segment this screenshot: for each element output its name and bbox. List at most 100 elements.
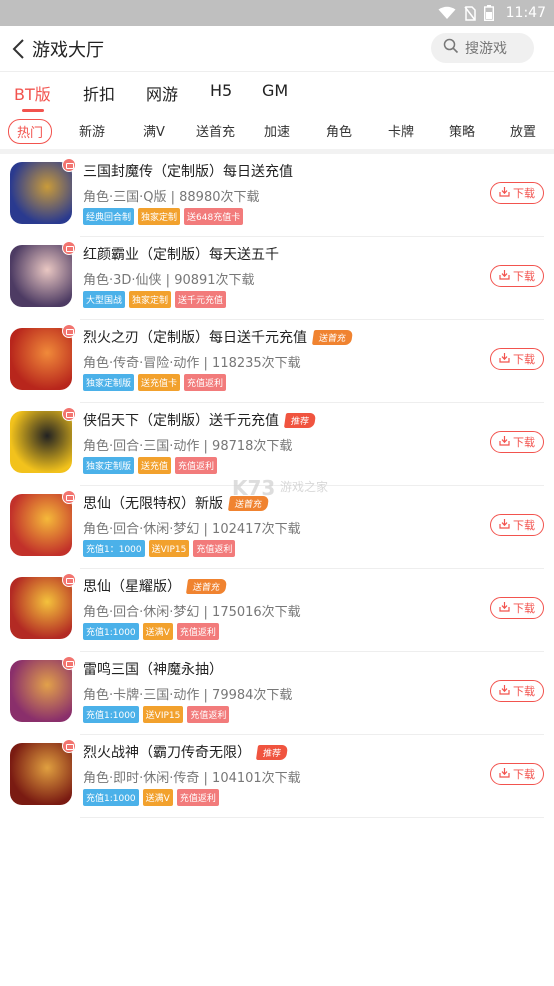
game-tag: 充值返利 bbox=[175, 457, 218, 474]
category-speedup[interactable]: 加速 bbox=[264, 121, 290, 140]
row-divider bbox=[80, 817, 544, 818]
game-icon[interactable] bbox=[10, 743, 72, 805]
download-label: 下载 bbox=[513, 270, 535, 283]
category-tabs: 热门 新游 满V 送首充 加速 角色 卡牌 策略 放置 bbox=[0, 116, 554, 146]
game-icon[interactable] bbox=[10, 660, 72, 722]
game-icon[interactable] bbox=[10, 577, 72, 639]
download-button[interactable]: 下载 bbox=[490, 514, 544, 536]
category-strategy[interactable]: 策略 bbox=[449, 121, 475, 140]
game-meta: 角色·回合·休闲·梦幻 | 175016次下载 bbox=[83, 605, 301, 620]
download-label: 下载 bbox=[513, 768, 535, 781]
gift-badge-icon bbox=[62, 656, 76, 670]
game-icon[interactable] bbox=[10, 162, 72, 224]
tab-online[interactable]: 网游 bbox=[146, 81, 178, 105]
game-row[interactable]: 思仙（无限特权）新版 送首充 角色·回合·休闲·梦幻 | 102417次下载 充… bbox=[0, 486, 554, 569]
download-label: 下载 bbox=[513, 685, 535, 698]
game-meta: 角色·卡牌·三国·动作 | 79984次下载 bbox=[83, 688, 293, 703]
game-name: 思仙（无限特权）新版 bbox=[83, 496, 223, 512]
download-button[interactable]: 下载 bbox=[490, 182, 544, 204]
game-tags: 充值1:1000 送满V 充值返利 bbox=[83, 623, 219, 640]
game-tag: 送充值卡 bbox=[138, 374, 181, 391]
game-row[interactable]: 三国封魔传（定制版）每日送充值 角色·三国·Q版 | 88980次下载 经典回合… bbox=[0, 154, 554, 237]
game-row[interactable]: 烈火战神（霸刀传奇无限） 推荐 角色·即时·休闲·传奇 | 104101次下载 … bbox=[0, 735, 554, 818]
download-icon bbox=[499, 684, 510, 698]
watermark-logo: K73 bbox=[232, 476, 276, 500]
game-tags: 独家定制版 送充值卡 充值返利 bbox=[83, 374, 227, 391]
download-icon bbox=[499, 352, 510, 366]
game-title[interactable]: 红颜霸业（定制版）每天送五千 bbox=[83, 244, 279, 264]
wifi-icon bbox=[438, 6, 456, 20]
game-tags: 充值1：1000 送VIP15 充值返利 bbox=[83, 540, 236, 557]
game-tag: 充值返利 bbox=[187, 706, 230, 723]
download-label: 下载 bbox=[513, 519, 535, 532]
game-tag: 充值返利 bbox=[184, 374, 227, 391]
game-title[interactable]: 三国封魔传（定制版）每日送充值 bbox=[83, 161, 293, 181]
status-bar: 11:47 bbox=[0, 0, 554, 26]
game-icon[interactable] bbox=[10, 494, 72, 556]
game-icon[interactable] bbox=[10, 245, 72, 307]
gift-badge-icon bbox=[62, 573, 76, 587]
game-row[interactable]: 红颜霸业（定制版）每天送五千 角色·3D·仙侠 | 90891次下载 大型国战独… bbox=[0, 237, 554, 320]
game-name: 侠侣天下（定制版）送千元充值 bbox=[83, 413, 279, 429]
game-tag: 充值返利 bbox=[193, 540, 236, 557]
game-meta: 角色·三国·Q版 | 88980次下载 bbox=[83, 190, 260, 205]
game-title[interactable]: 雷鸣三国（神魔永抽） bbox=[83, 659, 223, 679]
back-arrow-icon[interactable] bbox=[10, 37, 30, 61]
tab-h5[interactable]: H5 bbox=[210, 81, 232, 100]
game-icon[interactable] bbox=[10, 411, 72, 473]
download-label: 下载 bbox=[513, 187, 535, 200]
game-flag-badge: 推荐 bbox=[283, 412, 317, 428]
category-card[interactable]: 卡牌 bbox=[388, 121, 414, 140]
game-name: 红颜霸业（定制版）每天送五千 bbox=[83, 247, 279, 263]
category-new[interactable]: 新游 bbox=[79, 121, 105, 140]
category-hot[interactable]: 热门 bbox=[8, 119, 53, 144]
download-button[interactable]: 下载 bbox=[490, 431, 544, 453]
search-icon bbox=[443, 38, 459, 58]
game-meta: 角色·回合·休闲·梦幻 | 102417次下载 bbox=[83, 522, 301, 537]
game-icon[interactable] bbox=[10, 328, 72, 390]
gift-badge-icon bbox=[62, 324, 76, 338]
no-sim-icon bbox=[464, 5, 476, 21]
game-tag: 充值1：1000 bbox=[83, 540, 145, 557]
tab-gm[interactable]: GM bbox=[262, 81, 288, 100]
game-row[interactable]: 烈火之刃（定制版）每日送千元充值 送首充 角色·传奇·冒险·动作 | 11823… bbox=[0, 320, 554, 403]
game-title[interactable]: 烈火之刃（定制版）每日送千元充值 送首充 bbox=[83, 327, 354, 347]
game-row[interactable]: 思仙（星耀版） 送首充 角色·回合·休闲·梦幻 | 175016次下载 充值1:… bbox=[0, 569, 554, 652]
game-tag: 经典回合制 bbox=[83, 208, 135, 225]
game-tag: 独家定制版 bbox=[83, 374, 135, 391]
game-title[interactable]: 侠侣天下（定制版）送千元充值 推荐 bbox=[83, 410, 317, 430]
game-tag: 送千元充值 bbox=[175, 291, 227, 308]
category-first-recharge[interactable]: 送首充 bbox=[196, 121, 235, 140]
download-icon bbox=[499, 186, 510, 200]
game-tag: 大型国战 bbox=[83, 291, 126, 308]
game-meta: 角色·即时·休闲·传奇 | 104101次下载 bbox=[83, 771, 301, 786]
game-tag: 送VIP15 bbox=[142, 706, 184, 723]
category-max-vip[interactable]: 满V bbox=[143, 121, 165, 140]
game-flag-badge: 推荐 bbox=[255, 744, 289, 760]
download-button[interactable]: 下载 bbox=[490, 265, 544, 287]
status-time: 11:47 bbox=[505, 5, 546, 21]
game-tag: 充值1:1000 bbox=[83, 789, 139, 806]
search-input[interactable]: 搜游戏 bbox=[431, 33, 534, 63]
download-button[interactable]: 下载 bbox=[490, 597, 544, 619]
game-tag: 送充值 bbox=[138, 457, 172, 474]
game-title[interactable]: 烈火战神（霸刀传奇无限） 推荐 bbox=[83, 742, 289, 762]
game-tags: 大型国战 独家定制 送千元充值 bbox=[83, 291, 227, 308]
category-idle[interactable]: 放置 bbox=[510, 121, 536, 140]
game-name: 烈火之刃（定制版）每日送千元充值 bbox=[83, 330, 307, 346]
tab-bt[interactable]: BT版 bbox=[14, 81, 51, 105]
game-row[interactable]: 侠侣天下（定制版）送千元充值 推荐 角色·回合·三国·动作 | 98718次下载… bbox=[0, 403, 554, 486]
download-button[interactable]: 下载 bbox=[490, 763, 544, 785]
game-tag: 充值1:1000 bbox=[83, 706, 139, 723]
category-role[interactable]: 角色 bbox=[326, 121, 352, 140]
download-label: 下载 bbox=[513, 602, 535, 615]
tab-discount[interactable]: 折扣 bbox=[83, 81, 115, 105]
game-row[interactable]: 雷鸣三国（神魔永抽） 角色·卡牌·三国·动作 | 79984次下载 充值1:10… bbox=[0, 652, 554, 735]
download-button[interactable]: 下载 bbox=[490, 680, 544, 702]
download-button[interactable]: 下载 bbox=[490, 348, 544, 370]
game-tag: 独家定制版 bbox=[83, 457, 135, 474]
game-flag-badge: 送首充 bbox=[185, 578, 228, 594]
game-title[interactable]: 思仙（星耀版） 送首充 bbox=[83, 576, 228, 596]
download-icon bbox=[499, 518, 510, 532]
gift-badge-icon bbox=[62, 407, 76, 421]
